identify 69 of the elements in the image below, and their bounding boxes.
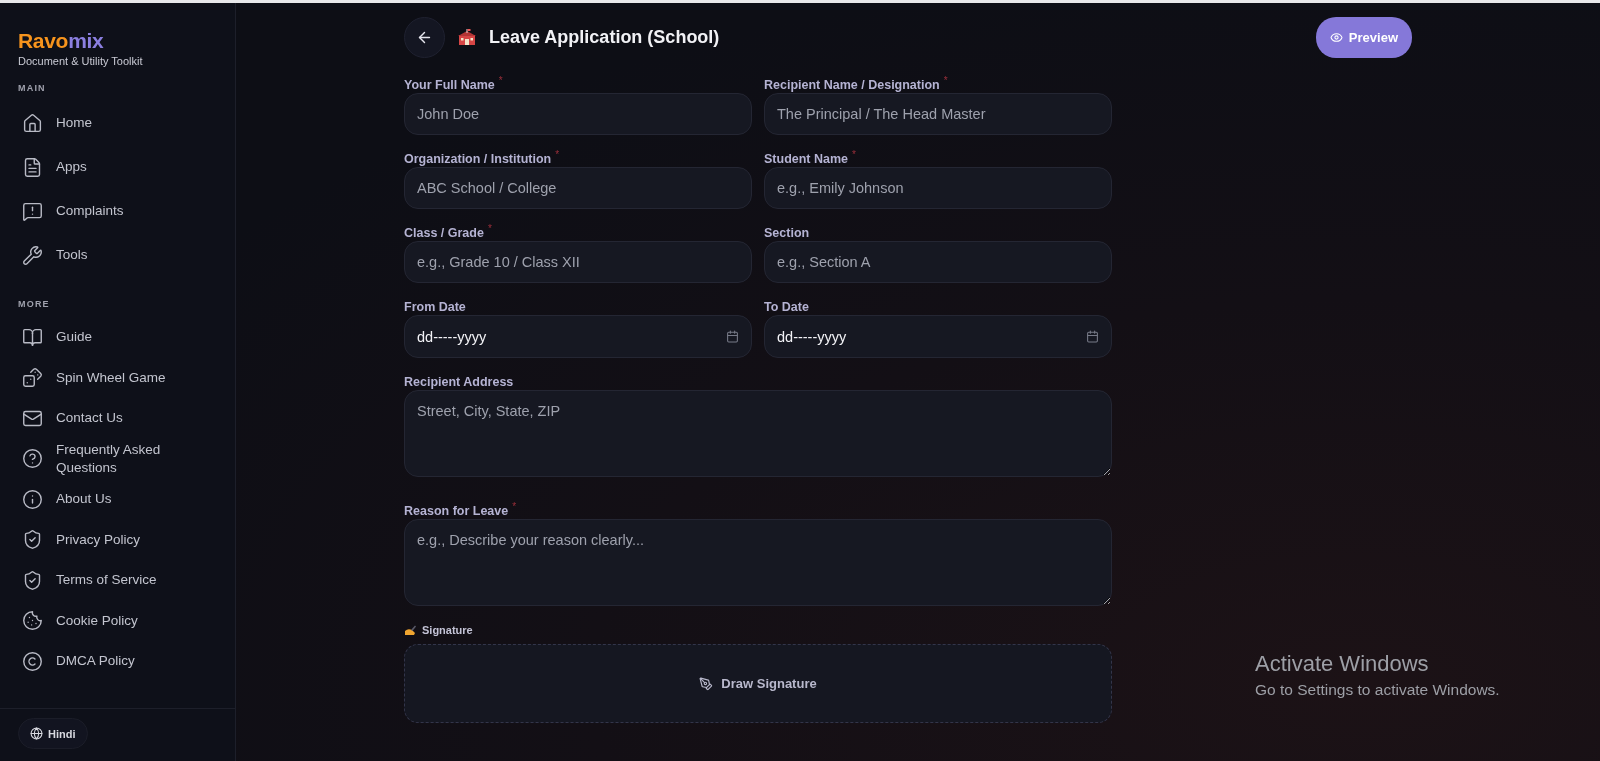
required-mark: *	[512, 501, 517, 512]
home-icon	[22, 112, 43, 134]
draw-signature-button[interactable]: Draw Signature	[404, 644, 1112, 723]
shield-check-icon	[22, 569, 43, 591]
required-mark: *	[852, 149, 856, 160]
eye-icon	[1329, 31, 1343, 44]
calendar-icon	[1086, 330, 1099, 343]
field-label: Recipient Address	[404, 375, 514, 389]
wrench-icon	[22, 244, 43, 266]
language-button[interactable]: Hindi	[18, 718, 88, 749]
text-field[interactable]: ABC School / College	[404, 167, 752, 209]
sidebar-item[interactable]: Contact Us	[18, 398, 218, 439]
field-label: Reason for Leave	[404, 504, 509, 518]
book-icon	[22, 326, 43, 348]
field-label: From Date	[404, 300, 466, 314]
sidebar-item[interactable]: Apps	[18, 145, 218, 189]
activation-message: Go to Settings to activate Windows.	[1255, 681, 1500, 699]
field-label: Section	[764, 226, 810, 240]
text-field[interactable]: John Doe	[404, 93, 752, 135]
section-title: MORE	[18, 299, 51, 309]
field-label: Organization / Institution	[404, 152, 552, 166]
date-field[interactable]: dd-----yyyy	[764, 315, 1112, 358]
sidebar-item[interactable]: Tools	[18, 233, 218, 277]
page-title: Leave Application (School)	[489, 27, 720, 48]
sidebar-item[interactable]: Complaints	[18, 189, 218, 233]
sidebar-item[interactable]: Home	[18, 101, 218, 145]
cookie-icon	[22, 610, 43, 632]
help-icon	[22, 448, 43, 470]
text-field[interactable]: e.g., Emily Johnson	[764, 167, 1112, 209]
text-field[interactable]: e.g., Section A	[764, 241, 1112, 283]
required-mark: *	[498, 75, 503, 86]
back-button[interactable]	[404, 17, 445, 58]
required-mark: *	[943, 75, 948, 86]
copyright-icon	[22, 650, 43, 672]
shield-check-icon	[22, 529, 43, 551]
field-label: Student Name	[764, 152, 849, 166]
sidebar-item[interactable]: About Us	[18, 479, 218, 520]
sidebar-item[interactable]: Terms of Service	[18, 560, 218, 601]
text-field[interactable]: The Principal / The Head Master	[764, 93, 1112, 135]
school-icon	[458, 29, 476, 46]
info-icon	[22, 488, 43, 510]
required-mark: *	[487, 223, 492, 234]
sidebar-item[interactable]: Frequently Asked Questions	[18, 438, 218, 479]
brand-tagline: Document & Utility Toolkit	[18, 55, 144, 67]
activation-title: Activate Windows	[1255, 651, 1430, 677]
message-alert-icon	[22, 200, 43, 222]
brand-logo[interactable]: Ravomix	[18, 29, 235, 53]
text-area[interactable]: e.g., Describe your reason clearly...	[404, 519, 1112, 606]
document-icon	[22, 156, 43, 178]
pen-icon	[699, 676, 714, 691]
field-label: To Date	[764, 300, 809, 314]
calendar-icon	[726, 330, 739, 343]
sidebar-item[interactable]: Spin Wheel Game	[18, 357, 218, 398]
sidebar-item[interactable]: Guide	[18, 317, 218, 358]
field-label: Class / Grade	[404, 226, 484, 240]
text-field[interactable]: e.g., Grade 10 / Class XII	[404, 241, 752, 283]
field-label: Your Full Name	[404, 78, 495, 92]
preview-button[interactable]: Preview	[1315, 17, 1412, 58]
signature-label: Signature	[422, 624, 473, 636]
sidebar-item[interactable]: Privacy Policy	[18, 519, 218, 560]
dice-icon	[22, 367, 43, 389]
text-area[interactable]: Street, City, State, ZIP	[404, 390, 1112, 477]
date-field[interactable]: dd-----yyyy	[404, 315, 752, 358]
section-title: MAIN	[18, 83, 47, 93]
globe-icon	[30, 727, 43, 740]
sidebar-item[interactable]: Cookie Policy	[18, 600, 218, 641]
required-mark: *	[555, 149, 560, 160]
sidebar-item[interactable]: DMCA Policy	[18, 641, 218, 682]
field-label: Recipient Name / Designation	[764, 78, 940, 92]
